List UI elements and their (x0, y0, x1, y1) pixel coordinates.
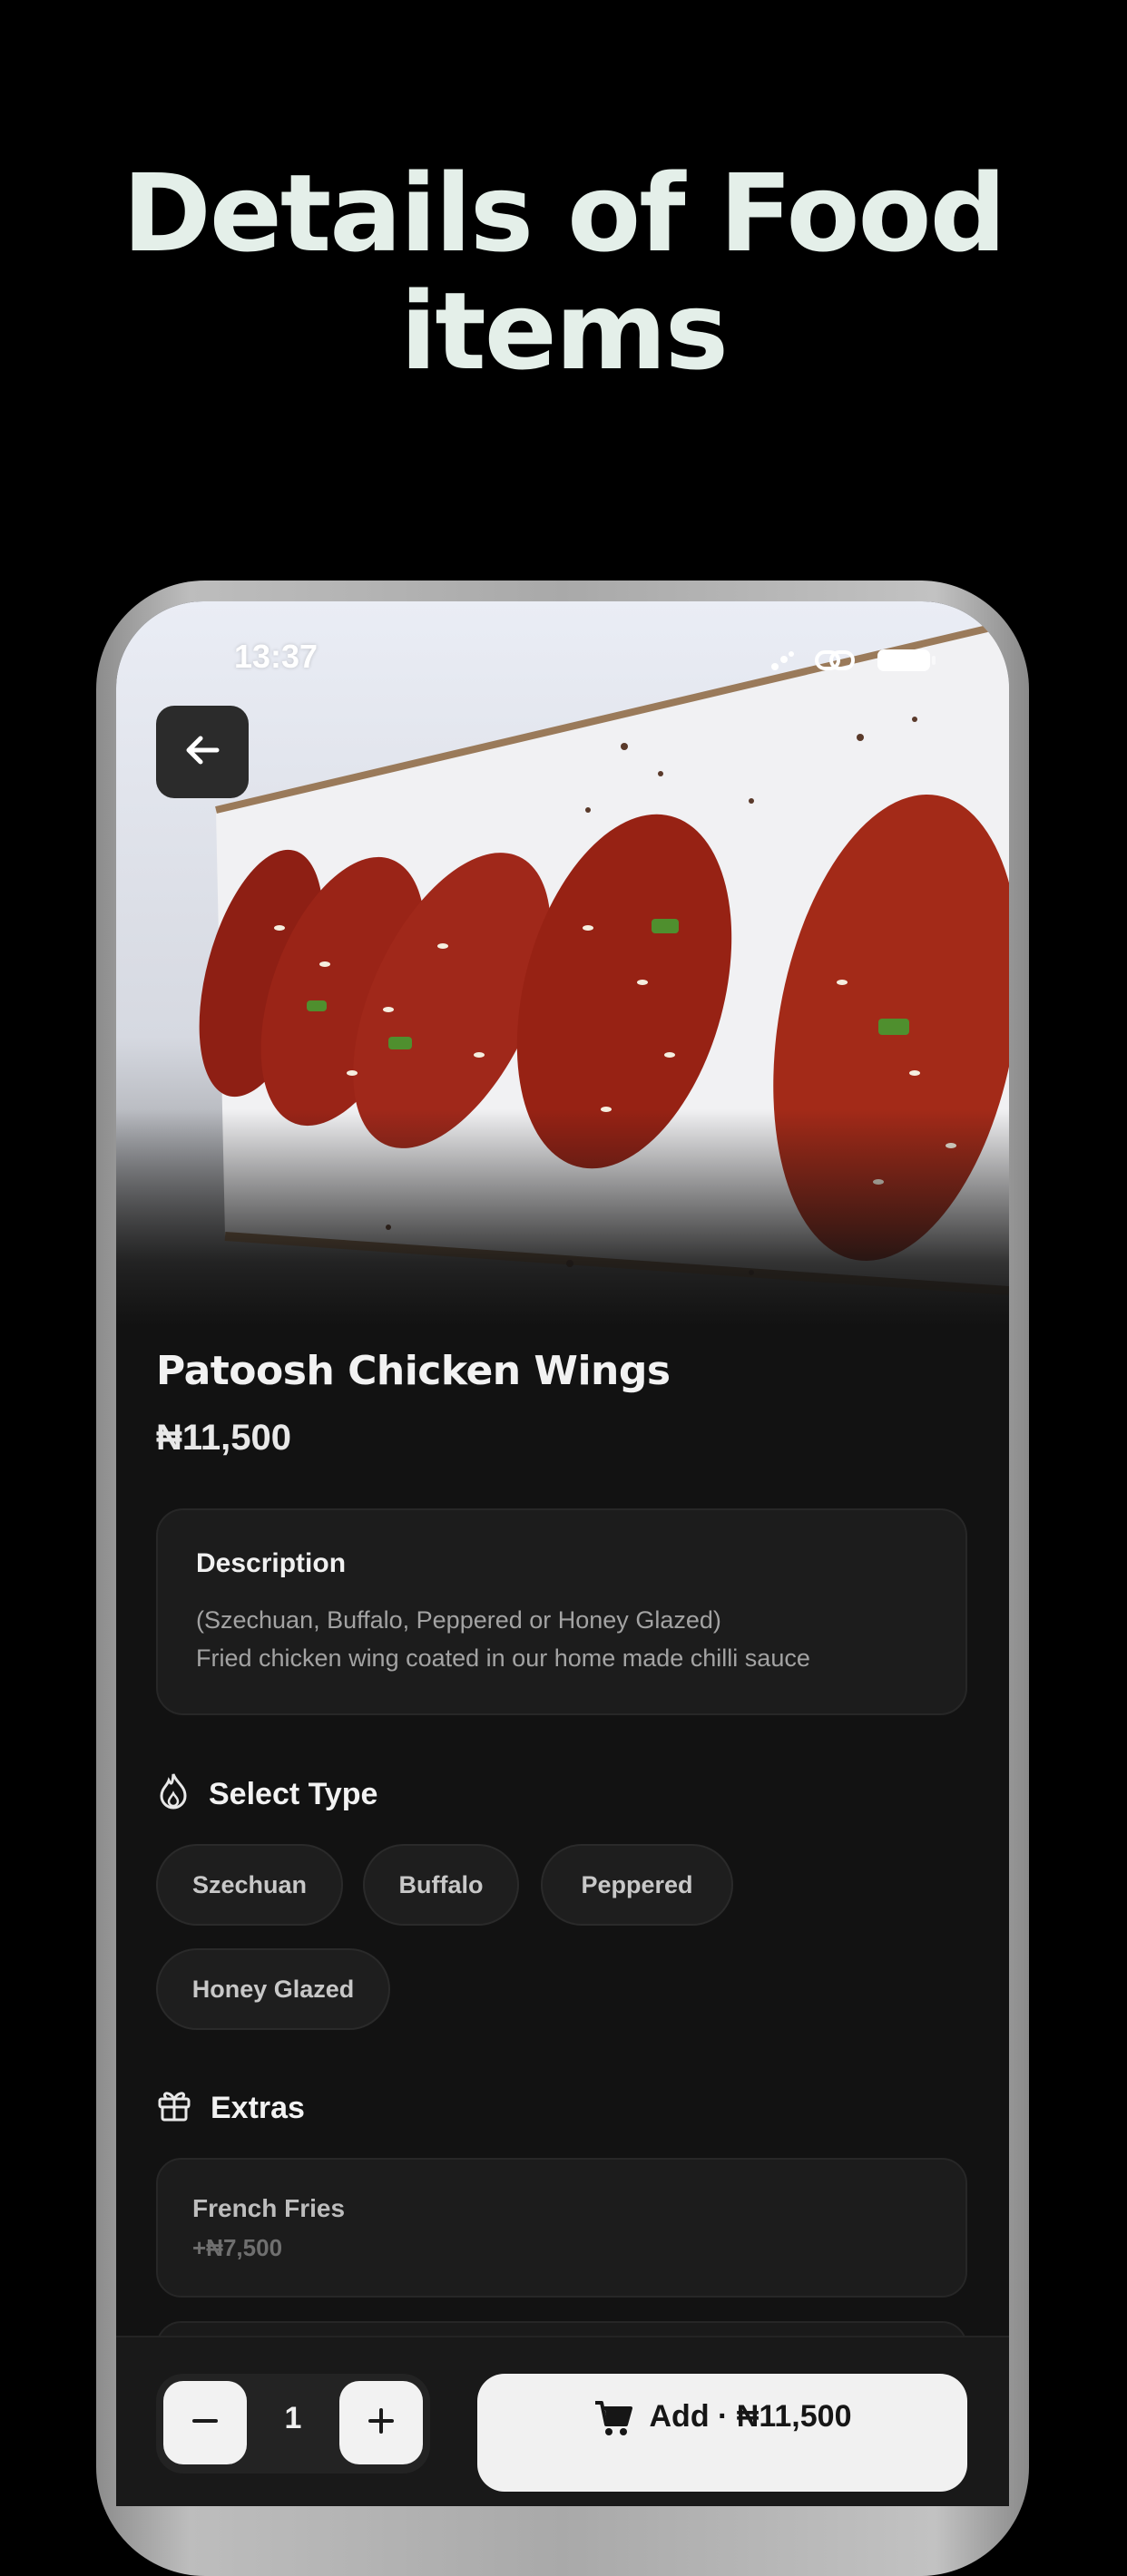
select-type-header: Select Type (156, 1771, 377, 1818)
add-to-cart-label: Add · ₦11,500 (649, 2399, 852, 2434)
back-button[interactable] (156, 706, 249, 798)
page-headline: Details of Food items (0, 154, 1127, 390)
hero-gradient-overlay (116, 1109, 1009, 1327)
battery-icon (877, 647, 936, 678)
description-card: Description (Szechuan, Buffalo, Peppered… (156, 1508, 967, 1715)
quantity-stepper: 1 (156, 2374, 430, 2474)
extra-item-french-fries[interactable]: French Fries +₦7,500 (156, 2158, 967, 2298)
decrease-quantity-button[interactable] (163, 2381, 247, 2464)
gift-icon (156, 2086, 192, 2131)
description-label: Description (196, 1548, 347, 1578)
signal-icon (769, 649, 795, 676)
food-hero-image (116, 601, 1009, 1327)
extra-item-price: +₦7,500 (192, 2234, 283, 2261)
description-line-1: (Szechuan, Buffalo, Peppered or Honey Gl… (196, 1606, 721, 1634)
type-option-buffalo[interactable]: Buffalo (363, 1844, 519, 1926)
status-time: 13:37 (234, 638, 318, 675)
plus-icon (365, 2405, 397, 2441)
select-type-label: Select Type (209, 1777, 378, 1811)
cart-icon (593, 2399, 633, 2441)
back-arrow-icon (182, 730, 222, 774)
app-screen: 13:37 Patoosh Chicken Wings ₦11,500 Desc… (116, 601, 1009, 2506)
flame-icon (156, 1771, 191, 1818)
description-line-2: Fried chicken wing coated in our home ma… (196, 1644, 810, 1672)
link-icon (815, 647, 857, 678)
extras-label: Extras (211, 2091, 305, 2125)
product-price: ₦11,500 (156, 1418, 292, 1458)
extras-header: Extras (156, 2086, 305, 2131)
increase-quantity-button[interactable] (339, 2381, 423, 2464)
status-icons (769, 647, 936, 678)
quantity-value: 1 (284, 2401, 302, 2435)
headline-line-2: items (399, 268, 729, 394)
type-option-peppered[interactable]: Peppered (541, 1844, 733, 1926)
type-option-szechuan[interactable]: Szechuan (156, 1844, 343, 1926)
bottom-action-bar: 1 Add · ₦11,500 (116, 2336, 1009, 2506)
minus-icon (189, 2405, 221, 2441)
product-name: Patoosh Chicken Wings (156, 1348, 671, 1394)
type-option-honey-glazed[interactable]: Honey Glazed (156, 1948, 390, 2030)
add-to-cart-button[interactable]: Add · ₦11,500 (477, 2374, 967, 2492)
extra-item-name: French Fries (192, 2194, 346, 2222)
headline-line-1: Details of Food (122, 151, 1006, 276)
